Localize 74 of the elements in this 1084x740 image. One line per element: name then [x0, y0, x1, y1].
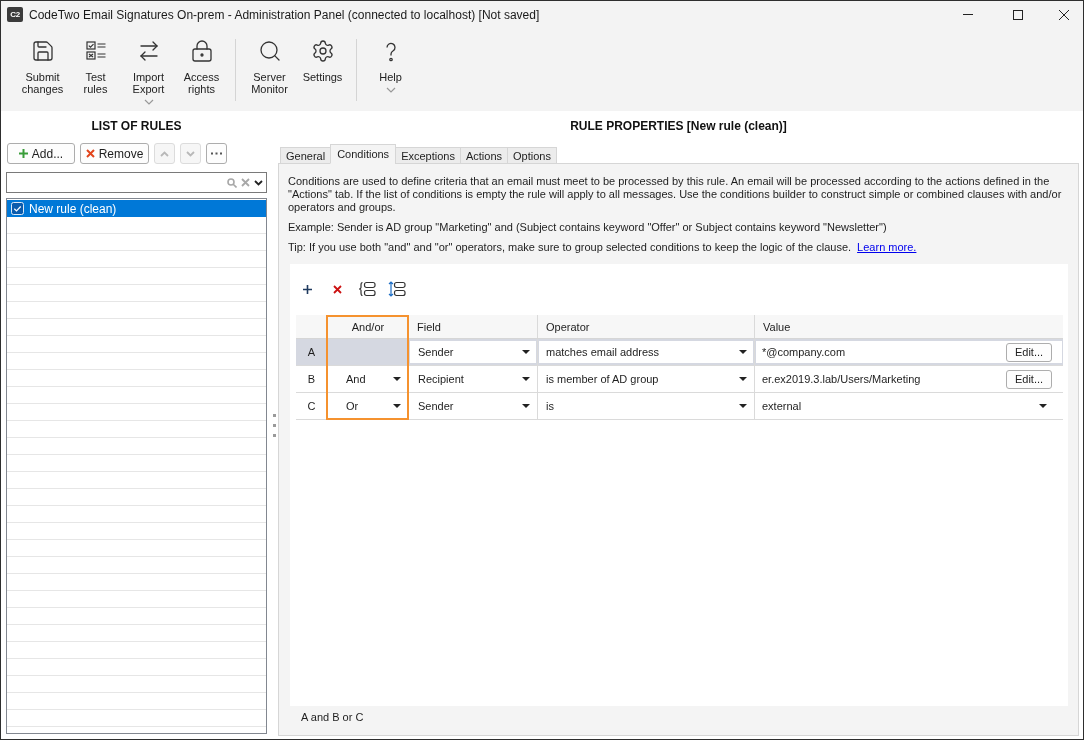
- column-header: And/or: [327, 315, 408, 338]
- chevron-down-icon: [186, 150, 195, 157]
- dropdown[interactable]: Sender: [410, 341, 536, 363]
- toolbar-button[interactable]: Help: [364, 39, 417, 93]
- panel-heading: RULE PROPERTIES [New rule (clean)]: [569, 118, 788, 133]
- toolbar-button[interactable]: Submit changes: [16, 39, 69, 95]
- dropdown-arrow-icon: [739, 350, 747, 354]
- tab[interactable]: Exceptions: [395, 147, 461, 164]
- toolbar-button[interactable]: Import Export: [122, 39, 175, 105]
- chevron-down-icon[interactable]: [254, 179, 263, 186]
- column-header: Operator: [537, 315, 754, 338]
- column-header: Field: [408, 315, 537, 338]
- condition-row[interactable]: C Or Sender is external: [296, 393, 1063, 420]
- clause-text: A and B or C: [301, 711, 365, 724]
- edit-button[interactable]: Edit...: [1006, 342, 1052, 362]
- maximize-icon: [1013, 9, 1023, 20]
- settings-icon: [310, 39, 335, 63]
- window-title: CodeTwo Email Signatures On-prem - Administration Panel (connected to localhost) [Not saved]: [29, 7, 540, 22]
- group-button[interactable]: [357, 279, 377, 299]
- dots-icon: [211, 152, 222, 155]
- add-button[interactable]: Add...: [7, 143, 75, 164]
- chevron-up-icon: [160, 150, 169, 157]
- row-label: C: [306, 399, 317, 414]
- remove-button[interactable]: Remove: [80, 143, 149, 164]
- dropdown-arrow-icon: [522, 377, 530, 381]
- example-text: Example: Sender is AD group "Marketing" and (Subject contains keyword "Offer" or Subject contains keyword "Newsletter"): [288, 221, 888, 234]
- tab[interactable]: Options: [507, 147, 557, 164]
- dropdown-arrow-icon: [739, 404, 747, 408]
- checklist-icon: [83, 39, 108, 63]
- column-header: Value: [754, 315, 1063, 338]
- tab[interactable]: General: [280, 147, 332, 164]
- app-logo: C2: [7, 7, 23, 22]
- cross-icon: [332, 284, 342, 294]
- value-text: er.ex2019.3.lab/Users/Marketing: [762, 373, 921, 385]
- dropdown-arrow-icon: [393, 404, 401, 408]
- brace-boxes-icon: [358, 281, 376, 297]
- learn-more-link[interactable]: Learn more.: [857, 241, 917, 253]
- toolbar-button[interactable]: Settings: [296, 39, 349, 83]
- minimize-icon: [963, 14, 973, 15]
- edit-button[interactable]: Edit...: [1006, 369, 1052, 389]
- tip-text: Tip: If you use both "and" and "or" operators, make sure to group selected conditions to keep the logic of the clause. Learn more.: [288, 241, 918, 254]
- tab[interactable]: Conditions: [330, 144, 397, 164]
- condition-row[interactable]: B And Recipient is member of AD group er.ex2019.3.lab/Users/Marketing Edit...: [296, 366, 1063, 393]
- panel-heading: LIST OF RULES: [90, 118, 183, 133]
- row-label: A: [306, 345, 317, 360]
- toolbar-button[interactable]: Test rules: [69, 39, 122, 95]
- close-icon: [1059, 9, 1069, 20]
- plus-icon: [18, 149, 28, 158]
- condition-row[interactable]: A Sender matches email address *@company.com Edit...: [296, 339, 1063, 366]
- row-label: B: [306, 372, 317, 387]
- checkbox[interactable]: [11, 202, 24, 215]
- search-icon: [257, 39, 282, 63]
- search-field[interactable]: [6, 172, 267, 193]
- ungroup-button[interactable]: [387, 279, 407, 299]
- description-text: Conditions are used to define criteria that an email must meet to be processed by this rule. An email will be processed according to the actions defined in the "Actions" tab. If the list of conditions is empty the rule will apply to all messages. Use the conditions builder to construct simple or combined clauses with and/or operators and groups.: [288, 175, 1063, 214]
- dropdown-arrow-icon: [1039, 404, 1047, 408]
- search-icon: [227, 177, 237, 188]
- dropdown-arrow-icon: [739, 377, 747, 381]
- cross-icon: [85, 149, 95, 158]
- dropdown[interactable]: matches email address: [539, 341, 753, 363]
- dropdown-arrow-icon: [522, 404, 530, 408]
- arrow-boxes-icon: [388, 281, 406, 297]
- splitter-grip-icon[interactable]: [273, 413, 276, 437]
- tab[interactable]: Actions: [459, 147, 508, 164]
- plus-icon: [302, 284, 312, 294]
- dropdown-arrow-icon: [522, 350, 530, 354]
- more-button[interactable]: [206, 143, 227, 164]
- clear-icon[interactable]: [241, 178, 250, 187]
- rule-row[interactable]: New rule (clean): [7, 200, 266, 217]
- toolbar-button[interactable]: Server Monitor: [243, 39, 296, 95]
- toolbar-button[interactable]: Access rights: [175, 39, 228, 95]
- dropdown-arrow-icon: [393, 377, 401, 381]
- value-text: *@company.com: [762, 346, 846, 358]
- padlock-icon: [189, 39, 214, 63]
